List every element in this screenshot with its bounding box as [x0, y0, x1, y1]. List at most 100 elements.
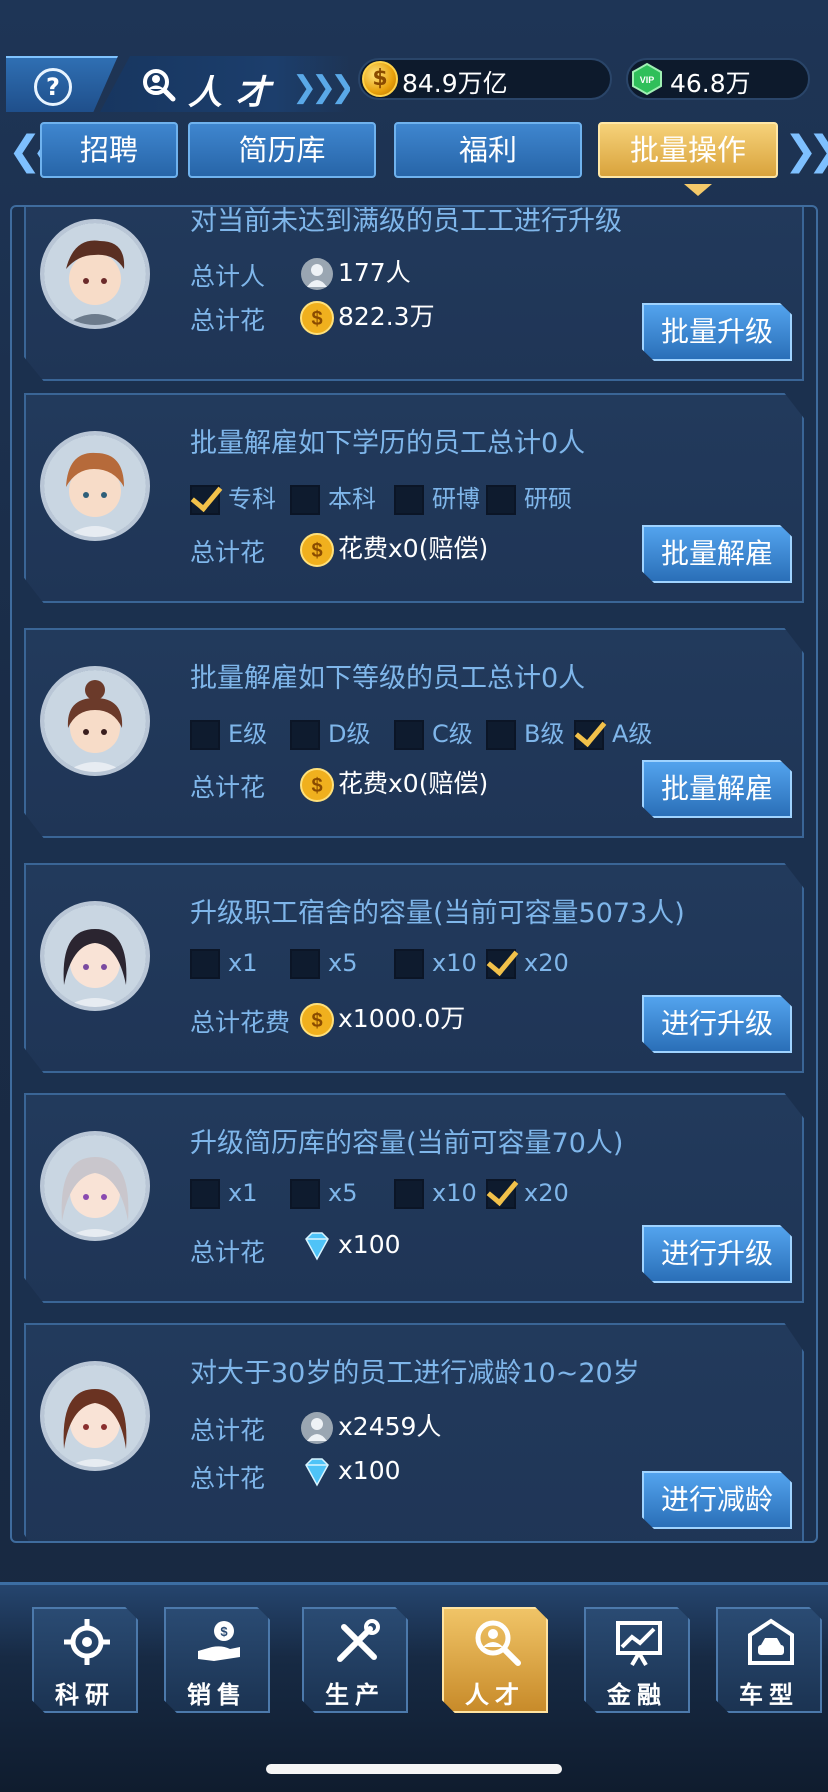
row-label: 总计人	[190, 262, 266, 291]
checkbox[interactable]	[574, 720, 604, 750]
tab-resume-library[interactable]: 简历库	[188, 122, 376, 178]
coin-icon: $	[300, 768, 334, 802]
nav-production[interactable]: 生产	[302, 1607, 408, 1713]
tab-next-arrow-icon[interactable]: ❯❯	[784, 128, 828, 174]
option-benke[interactable]: 本科	[290, 479, 376, 519]
checkbox[interactable]	[394, 1179, 424, 1209]
diamond-icon	[305, 1458, 329, 1487]
nav-label: 金融	[607, 1681, 667, 1709]
row-value: x100	[300, 1455, 401, 1489]
card-title: 升级职工宿舍的容量(当前可容量5073人)	[190, 898, 685, 929]
finance-chart-icon	[616, 1621, 662, 1667]
checkbox[interactable]	[290, 949, 320, 979]
batch-fire-button[interactable]: 批量解雇	[642, 760, 792, 818]
cost-value: x1000.0万	[338, 1004, 466, 1033]
option-zhuanke[interactable]: 专科	[190, 479, 276, 519]
card-dorm-capacity: 升级职工宿舍的容量(当前可容量5073人) x1 x5 x10 x20 总计花费…	[24, 863, 804, 1073]
checkbox[interactable]	[486, 720, 516, 750]
tools-icon	[337, 1619, 380, 1662]
person-icon	[301, 1412, 333, 1444]
cost-value: 花费x0(赔偿)	[338, 769, 489, 798]
checkbox[interactable]	[190, 949, 220, 979]
option-x1[interactable]: x1	[190, 1179, 257, 1219]
help-icon[interactable]: ?	[34, 68, 72, 106]
option-level-e[interactable]: E级	[190, 714, 267, 754]
option-x5[interactable]: x5	[290, 949, 357, 989]
option-level-b[interactable]: B级	[486, 714, 564, 754]
gem-currency[interactable]: VIP 46.8万	[626, 58, 810, 100]
bottom-navigation: 科研 $ 销售 生产 人才 金融 车型	[0, 1582, 828, 1792]
checkbox[interactable]	[290, 1179, 320, 1209]
avatar	[40, 1361, 150, 1471]
tab-batch-operations[interactable]: 批量操作	[598, 122, 778, 178]
option-label: 研博	[432, 485, 480, 513]
upgrade-button[interactable]: 进行升级	[642, 1225, 792, 1283]
row-label: 总计花	[190, 1238, 266, 1267]
row-value: x100	[300, 1229, 401, 1263]
option-label: D级	[328, 720, 371, 748]
checkbox[interactable]	[190, 720, 220, 750]
gold-value: 84.9万亿	[402, 69, 508, 98]
checkbox[interactable]	[486, 485, 516, 515]
nav-talent[interactable]: 人才	[442, 1607, 548, 1713]
row-value: 177人	[300, 253, 411, 291]
vip-gem-label: VIP	[640, 75, 655, 85]
option-yanbo[interactable]: 研博	[394, 479, 480, 519]
row-label: 总计花	[190, 1416, 266, 1445]
top-bar: ? 人才 ❯❯❯ $ 84.9万亿 VIP 46.8万	[0, 50, 828, 116]
card-age-reduction: 对大于30岁的员工进行减龄10~20岁 总计花 x2459人 总计花 x100 …	[24, 1323, 804, 1541]
svg-text:$: $	[311, 1010, 322, 1032]
nav-finance[interactable]: 金融	[584, 1607, 690, 1713]
card-title: 对当前未达到满级的员工工进行升级	[190, 206, 622, 237]
nav-label: 销售	[187, 1681, 247, 1709]
avatar	[40, 431, 150, 541]
row-value: $ 花费x0(赔偿)	[300, 764, 488, 802]
home-indicator[interactable]	[266, 1764, 562, 1774]
option-level-a[interactable]: A级	[574, 714, 652, 754]
upgrade-button[interactable]: 进行升级	[642, 995, 792, 1053]
card-fire-by-education: 批量解雇如下学历的员工总计0人 专科 本科 研博 研硕 总计花 $ 花费x0(赔偿…	[24, 393, 804, 603]
tab-recruit[interactable]: 招聘	[40, 122, 178, 178]
option-x20[interactable]: x20	[486, 949, 569, 989]
checkbox[interactable]	[394, 720, 424, 750]
svg-text:$: $	[311, 308, 322, 330]
batch-fire-button[interactable]: 批量解雇	[642, 525, 792, 583]
nav-label: 科研	[55, 1681, 115, 1709]
batch-upgrade-button[interactable]: 批量升级	[642, 303, 792, 361]
option-x10[interactable]: x10	[394, 1179, 477, 1219]
help-button[interactable]: ?	[6, 56, 118, 112]
avatar	[40, 1131, 150, 1241]
checkbox[interactable]	[394, 485, 424, 515]
option-x1[interactable]: x1	[190, 949, 257, 989]
svg-text:$: $	[220, 1624, 228, 1639]
option-x10[interactable]: x10	[394, 949, 477, 989]
tab-welfare[interactable]: 福利	[394, 122, 582, 178]
option-x5[interactable]: x5	[290, 1179, 357, 1219]
nav-car-models[interactable]: 车型	[716, 1607, 822, 1713]
checkbox[interactable]	[190, 485, 220, 515]
nav-sales[interactable]: $ 销售	[164, 1607, 270, 1713]
option-level-c[interactable]: C级	[394, 714, 473, 754]
card-fire-by-level: 批量解雇如下等级的员工总计0人 E级 D级 C级 B级 A级 总计花 $ 花费x0…	[24, 628, 804, 838]
checkbox[interactable]	[486, 949, 516, 979]
svg-text:$: $	[311, 540, 322, 562]
checkbox[interactable]	[290, 485, 320, 515]
gem-value: 46.8万	[670, 69, 751, 98]
sales-hand-coin-icon: $	[198, 1621, 240, 1661]
option-label: x1	[228, 949, 258, 977]
checkbox[interactable]	[486, 1179, 516, 1209]
option-yanshuo[interactable]: 研硕	[486, 479, 572, 519]
checkbox[interactable]	[290, 720, 320, 750]
level-options: E级 D级 C级 B级 A级	[190, 714, 750, 754]
card-upgrade-all: 对当前未达到满级的员工工进行升级 总计人 177人 总计花 $822.3万 批量…	[24, 206, 804, 381]
age-reduction-button[interactable]: 进行减龄	[642, 1471, 792, 1529]
checkbox[interactable]	[394, 949, 424, 979]
checkbox[interactable]	[190, 1179, 220, 1209]
option-x20[interactable]: x20	[486, 1179, 569, 1219]
option-label: x1	[228, 1179, 258, 1207]
row-label: 总计花	[190, 306, 266, 335]
option-level-d[interactable]: D级	[290, 714, 370, 754]
nav-research[interactable]: 科研	[32, 1607, 138, 1713]
gold-currency[interactable]: $ 84.9万亿	[358, 58, 612, 100]
staff-count: 177人	[338, 258, 411, 287]
